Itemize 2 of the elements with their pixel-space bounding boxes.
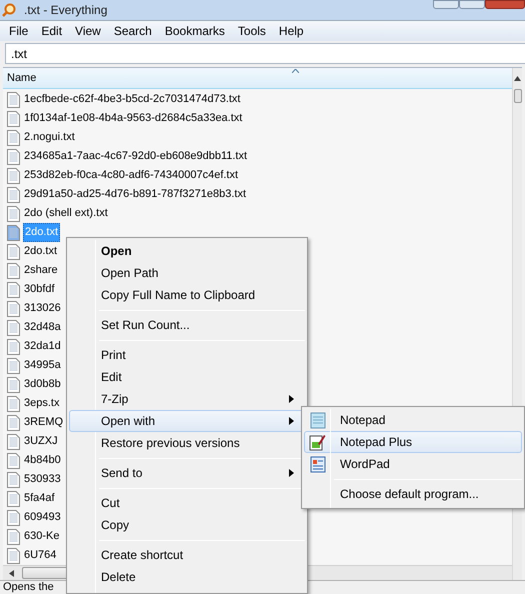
status-text: Opens the: [3, 581, 54, 594]
window-title: .txt - Everything: [24, 2, 108, 19]
